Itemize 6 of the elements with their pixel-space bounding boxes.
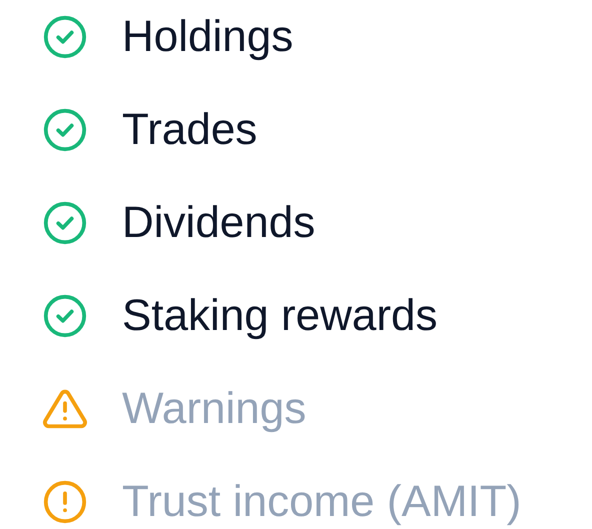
status-label: Staking rewards (122, 292, 438, 340)
status-label: Dividends (122, 199, 316, 247)
status-label: Trades (122, 106, 258, 154)
status-label: Holdings (122, 13, 294, 61)
status-label: Warnings (122, 385, 306, 433)
status-label: Trust income (AMIT) (122, 478, 522, 526)
